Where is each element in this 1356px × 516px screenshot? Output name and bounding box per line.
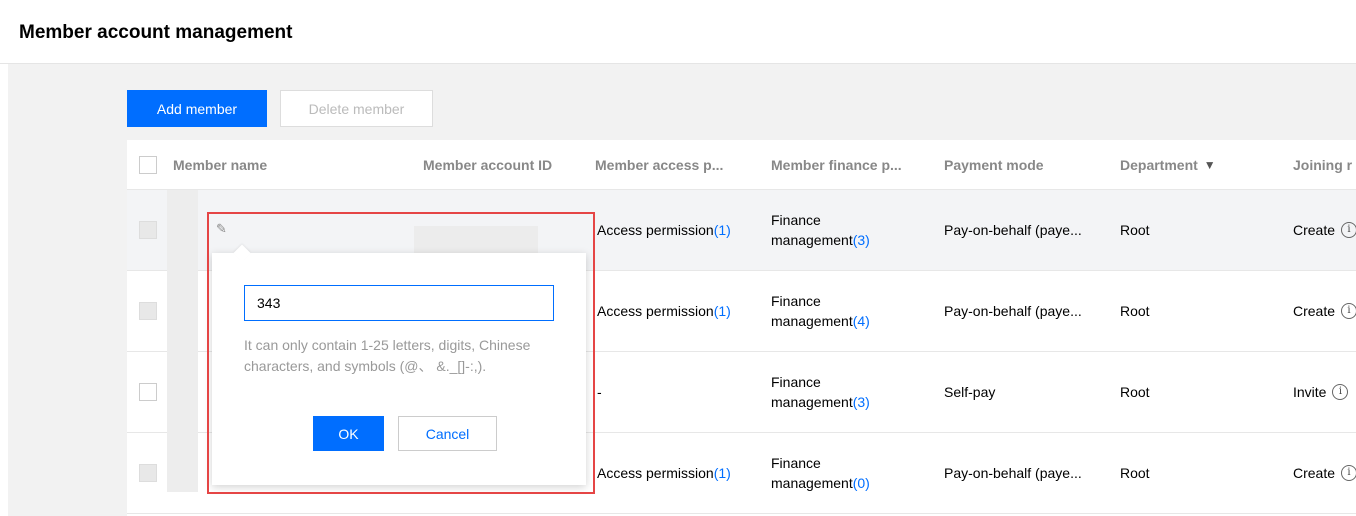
finance-cell: Finance management(3) (771, 190, 870, 270)
finance-line1: Finance (771, 455, 821, 471)
cancel-button[interactable]: Cancel (398, 416, 497, 451)
finance-text: management (771, 232, 853, 248)
row-checkbox[interactable] (139, 464, 157, 482)
joining-cell: Invite i (1293, 352, 1349, 432)
member-id-redacted (414, 226, 538, 254)
rename-popover: It can only contain 1-25 letters, digits… (212, 244, 586, 485)
access-cell: Access permission(1) (597, 190, 731, 270)
access-text: Access permission (597, 222, 714, 238)
row-checkbox[interactable] (139, 221, 157, 239)
finance-count-link[interactable]: (0) (853, 475, 870, 491)
payment-cell: Pay-on-behalf (paye... (944, 303, 1082, 319)
select-all-checkbox[interactable] (139, 156, 157, 174)
joining-text: Create (1293, 222, 1336, 238)
finance-text: management (771, 313, 853, 329)
finance-count-link[interactable]: (3) (853, 232, 870, 248)
col-payment-mode: Payment mode (944, 157, 1044, 173)
info-icon[interactable]: i (1341, 465, 1356, 481)
access-cell: Access permission(1) (597, 433, 731, 513)
finance-count-link[interactable]: (4) (853, 313, 870, 329)
joining-text: Create (1293, 303, 1336, 319)
access-cell: Access permission(1) (597, 271, 731, 351)
page-header: Member account management (0, 0, 1356, 64)
finance-cell: Finance management(4) (771, 271, 870, 351)
add-member-button[interactable]: Add member (127, 90, 267, 127)
department-cell: Root (1120, 465, 1150, 481)
delete-member-button[interactable]: Delete member (280, 90, 433, 127)
ok-button[interactable]: OK (313, 416, 384, 451)
finance-cell: Finance management(0) (771, 433, 870, 513)
finance-line1: Finance (771, 374, 821, 390)
left-gutter (0, 64, 8, 516)
col-department: Department ▼ (1120, 140, 1216, 190)
access-count-link[interactable]: (1) (714, 303, 731, 319)
col-joining: Joining r (1293, 157, 1353, 173)
access-text: Access permission (597, 303, 714, 319)
finance-line1: Finance (771, 293, 821, 309)
access-text: - (597, 384, 602, 400)
page-title: Member account management (19, 22, 293, 43)
payment-cell: Pay-on-behalf (paye... (944, 222, 1082, 238)
input-hint: It can only contain 1-25 letters, digits… (244, 337, 531, 374)
member-name-input[interactable] (244, 285, 554, 321)
finance-cell: Finance management(3) (771, 352, 870, 432)
table-header: Member name Member account ID Member acc… (127, 140, 1356, 190)
info-icon[interactable]: i (1332, 384, 1349, 400)
access-count-link[interactable]: (1) (714, 465, 731, 481)
access-cell: - (597, 352, 602, 432)
finance-text: management (771, 475, 853, 491)
col-member-name: Member name (173, 157, 268, 173)
payment-cell: Self-pay (944, 384, 996, 400)
joining-cell: Create i (1293, 190, 1356, 270)
filter-icon[interactable]: ▼ (1204, 158, 1216, 172)
joining-text: Invite (1293, 384, 1327, 400)
access-count-link[interactable]: (1) (714, 222, 731, 238)
col-department-label: Department (1120, 157, 1198, 173)
department-cell: Root (1120, 384, 1150, 400)
col-member-access: Member access p... (595, 157, 724, 173)
finance-text: management (771, 394, 853, 410)
info-icon[interactable]: i (1341, 303, 1356, 319)
joining-cell: Create i (1293, 271, 1356, 351)
finance-count-link[interactable]: (3) (853, 394, 870, 410)
row-checkbox[interactable] (139, 383, 157, 401)
department-cell: Root (1120, 222, 1150, 238)
pencil-icon[interactable]: ✎ (216, 222, 230, 236)
joining-text: Create (1293, 465, 1336, 481)
department-cell: Root (1120, 303, 1150, 319)
col-member-account-id: Member account ID (423, 157, 553, 173)
info-icon[interactable]: i (1341, 222, 1356, 238)
joining-cell: Create i (1293, 433, 1356, 513)
member-name-redacted (167, 190, 198, 492)
row-checkbox[interactable] (139, 302, 157, 320)
finance-line1: Finance (771, 212, 821, 228)
col-member-finance: Member finance p... (771, 157, 902, 173)
payment-cell: Pay-on-behalf (paye... (944, 465, 1082, 481)
access-text: Access permission (597, 465, 714, 481)
